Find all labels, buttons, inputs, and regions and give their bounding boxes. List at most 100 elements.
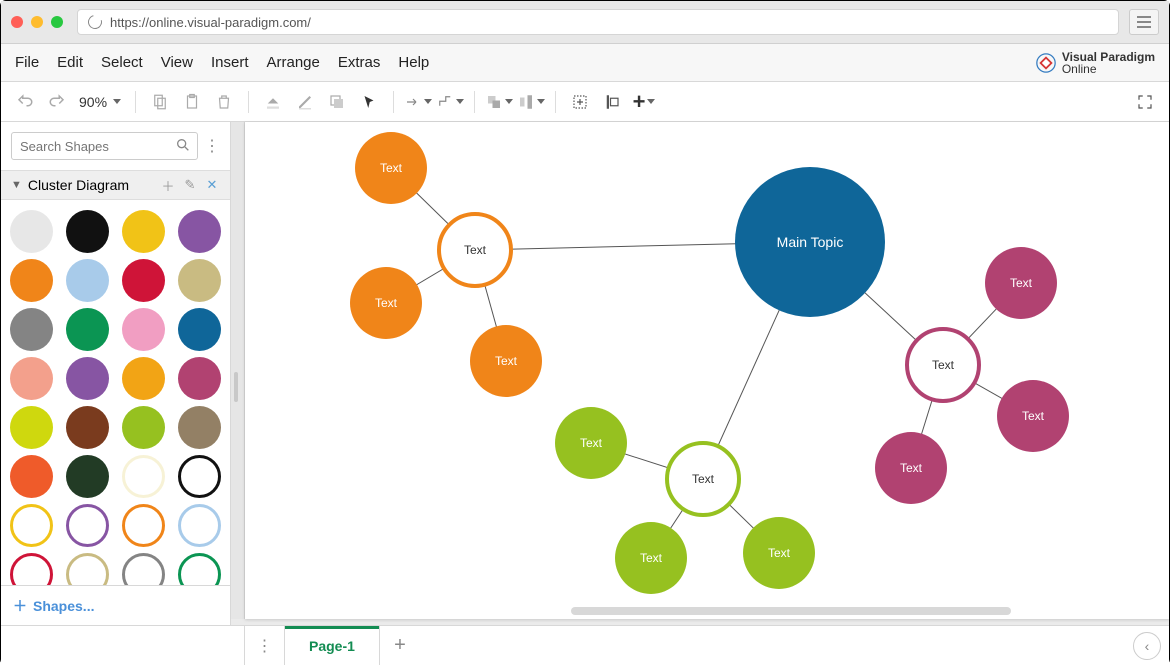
line-color-button[interactable] bbox=[291, 88, 319, 116]
to-front-button[interactable] bbox=[485, 88, 513, 116]
leaf-node[interactable]: Text bbox=[615, 522, 687, 594]
menu-file[interactable]: File bbox=[15, 54, 39, 71]
palette-swatch[interactable] bbox=[178, 455, 221, 498]
palette-swatch[interactable] bbox=[10, 259, 53, 302]
maximize-window-button[interactable] bbox=[51, 16, 63, 28]
zoom-dropdown[interactable]: 90% bbox=[75, 94, 125, 110]
snap-button[interactable] bbox=[598, 88, 626, 116]
leaf-node[interactable]: Text bbox=[555, 407, 627, 479]
palette-swatch[interactable] bbox=[66, 455, 109, 498]
browser-menu-button[interactable] bbox=[1129, 9, 1159, 35]
branch-node[interactable]: Text bbox=[437, 212, 513, 288]
palette-swatch[interactable] bbox=[122, 504, 165, 547]
waypoint-button[interactable] bbox=[436, 88, 464, 116]
leaf-node[interactable]: Text bbox=[355, 132, 427, 204]
palette-swatch[interactable] bbox=[66, 553, 109, 585]
palette-swatch[interactable] bbox=[10, 210, 53, 253]
palette-swatch[interactable] bbox=[66, 210, 109, 253]
canvas-page[interactable]: Main TopicTextTextTextTextTextTextTextTe… bbox=[245, 122, 1169, 619]
close-section-button[interactable]: ✕ bbox=[204, 177, 220, 193]
palette-section-header[interactable]: ▼ Cluster Diagram ＋ ✎ ✕ bbox=[1, 170, 230, 200]
canvas-area[interactable]: Main TopicTextTextTextTextTextTextTextTe… bbox=[231, 122, 1169, 625]
caret-down-icon bbox=[424, 99, 432, 104]
close-window-button[interactable] bbox=[11, 16, 23, 28]
leaf-node[interactable]: Text bbox=[875, 432, 947, 504]
menu-view[interactable]: View bbox=[161, 54, 193, 71]
palette-swatch[interactable] bbox=[66, 406, 109, 449]
menu-extras[interactable]: Extras bbox=[338, 54, 381, 71]
leaf-node[interactable]: Text bbox=[350, 267, 422, 339]
more-shapes-button[interactable]: ＋ Shapes... bbox=[1, 585, 230, 625]
main-topic-node[interactable]: Main Topic bbox=[735, 167, 885, 317]
palette-swatch[interactable] bbox=[66, 357, 109, 400]
palette-swatch[interactable] bbox=[10, 406, 53, 449]
palette-swatch[interactable] bbox=[66, 504, 109, 547]
palette-swatch[interactable] bbox=[178, 210, 221, 253]
palette-swatch[interactable] bbox=[122, 553, 165, 585]
canvas-gutter bbox=[231, 122, 245, 619]
palette-swatch[interactable] bbox=[10, 504, 53, 547]
palette-swatch[interactable] bbox=[122, 308, 165, 351]
palette-swatch[interactable] bbox=[178, 504, 221, 547]
edit-section-button[interactable]: ✎ bbox=[182, 177, 198, 193]
branch-node[interactable]: Text bbox=[665, 441, 741, 517]
palette-swatch[interactable] bbox=[178, 357, 221, 400]
fullscreen-button[interactable] bbox=[1131, 88, 1159, 116]
palette-swatch[interactable] bbox=[66, 308, 109, 351]
insert-button[interactable]: + bbox=[630, 88, 658, 116]
search-input[interactable] bbox=[11, 132, 198, 160]
paste-button[interactable] bbox=[178, 88, 206, 116]
brand-sub: Online bbox=[1062, 63, 1155, 75]
undo-button[interactable] bbox=[11, 88, 39, 116]
horizontal-scrollbar[interactable] bbox=[571, 607, 1011, 615]
menu-select[interactable]: Select bbox=[101, 54, 143, 71]
tab-page-1[interactable]: Page-1 bbox=[285, 626, 380, 665]
pages-menu-button[interactable]: ⋮ bbox=[245, 626, 285, 665]
redo-button[interactable] bbox=[43, 88, 71, 116]
fill-color-button[interactable] bbox=[259, 88, 287, 116]
menu-arrange[interactable]: Arrange bbox=[267, 54, 320, 71]
palette-swatch[interactable] bbox=[122, 210, 165, 253]
leaf-node[interactable]: Text bbox=[470, 325, 542, 397]
palette-swatch[interactable] bbox=[10, 308, 53, 351]
sidebar-collapse-handle[interactable] bbox=[234, 372, 238, 402]
palette-swatch[interactable] bbox=[178, 308, 221, 351]
palette-swatch[interactable] bbox=[10, 553, 53, 585]
add-section-button[interactable]: ＋ bbox=[160, 177, 176, 193]
palette-swatch[interactable] bbox=[122, 406, 165, 449]
palette-swatch[interactable] bbox=[10, 357, 53, 400]
caret-down-icon bbox=[456, 99, 464, 104]
menu-insert[interactable]: Insert bbox=[211, 54, 249, 71]
shape-search[interactable] bbox=[11, 132, 198, 160]
sidebar-more-button[interactable]: ⋮ bbox=[204, 136, 220, 156]
branch-node[interactable]: Text bbox=[905, 327, 981, 403]
menu-edit[interactable]: Edit bbox=[57, 54, 83, 71]
copy-button[interactable] bbox=[146, 88, 174, 116]
search-icon[interactable] bbox=[175, 137, 191, 158]
minimize-window-button[interactable] bbox=[31, 16, 43, 28]
format-painter-button[interactable] bbox=[355, 88, 383, 116]
palette-swatch[interactable] bbox=[122, 259, 165, 302]
leaf-node[interactable]: Text bbox=[997, 380, 1069, 452]
palette-swatch[interactable] bbox=[66, 259, 109, 302]
delete-button[interactable] bbox=[210, 88, 238, 116]
palette-swatch[interactable] bbox=[178, 406, 221, 449]
address-bar[interactable]: https://online.visual-paradigm.com/ bbox=[77, 9, 1119, 35]
connection-arrow-button[interactable] bbox=[404, 88, 432, 116]
add-page-button[interactable]: + bbox=[380, 626, 420, 665]
align-button[interactable] bbox=[517, 88, 545, 116]
tab-label: Page-1 bbox=[309, 638, 355, 654]
menu-help[interactable]: Help bbox=[398, 54, 429, 71]
brand-logo-area[interactable]: Visual Paradigm Online bbox=[1036, 51, 1155, 75]
collapse-panel-button[interactable]: ‹ bbox=[1133, 632, 1161, 660]
fit-page-button[interactable] bbox=[566, 88, 594, 116]
reload-icon[interactable] bbox=[85, 12, 104, 31]
palette-swatch[interactable] bbox=[122, 357, 165, 400]
palette-swatch[interactable] bbox=[122, 455, 165, 498]
leaf-node[interactable]: Text bbox=[985, 247, 1057, 319]
palette-swatch[interactable] bbox=[10, 455, 53, 498]
shadow-button[interactable] bbox=[323, 88, 351, 116]
palette-swatch[interactable] bbox=[178, 553, 221, 585]
palette-swatch[interactable] bbox=[178, 259, 221, 302]
leaf-node[interactable]: Text bbox=[743, 517, 815, 589]
